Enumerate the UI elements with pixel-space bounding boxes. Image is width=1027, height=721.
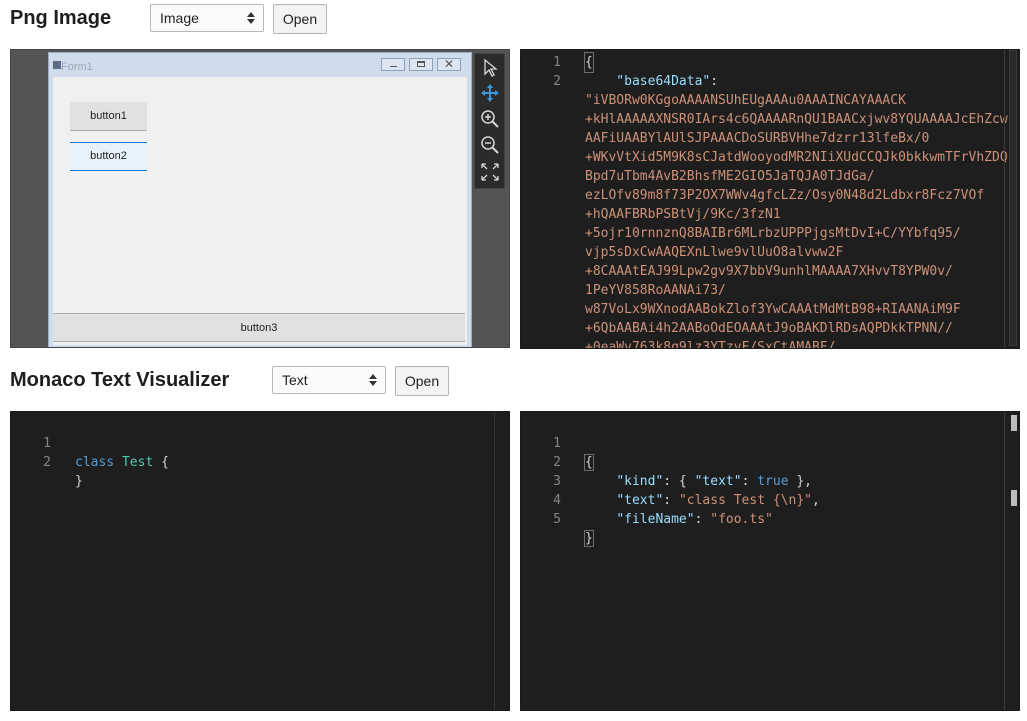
token-string: +kHlAAAAAXNSR0IArs4c6QAAAARnQU1BAACxjwv8…	[585, 112, 1008, 127]
monaco-code-editor[interactable]: 1 class Test { 2 }	[10, 411, 510, 711]
code-line: 5 }	[521, 491, 1019, 547]
token-brace: {	[161, 455, 169, 470]
fit-to-screen-icon[interactable]	[479, 162, 501, 184]
token-string: 1PeYV858RoAANAi73/	[585, 283, 726, 298]
token-string: +5ojr10rnnznQ8BAIBr6MLrbzUPPPjgsMtDvI+C/…	[585, 226, 961, 241]
code-line: 1{	[521, 52, 1019, 73]
select-arrows-icon	[369, 373, 377, 387]
scroll-marker	[1011, 415, 1017, 431]
line-number: 2	[43, 455, 51, 470]
image-button1: button1	[70, 102, 147, 131]
code-line: 4 "fileName": "foo.ts"	[521, 472, 1019, 527]
code-line: 1PeYV858RoAANAi73/	[521, 281, 1019, 300]
code-line: +hQAAFBRbPSBtVj/9Kc/3fzN1	[521, 205, 1019, 224]
monaco-json-scrollbar[interactable]	[1004, 412, 1019, 710]
scroll-marker	[1011, 490, 1017, 506]
png-open-button[interactable]: Open	[273, 4, 327, 34]
png-image-viewer[interactable]: Form1 ✕ button1 button2 button3	[10, 49, 510, 348]
code-line: +5ojr10rnnznQ8BAIBr6MLrbzUPPPjgsMtDvI+C/…	[521, 224, 1019, 243]
png-json-scroll-thumb[interactable]	[1009, 50, 1017, 346]
zoom-in-icon[interactable]	[479, 109, 501, 131]
token-string: "foo.ts"	[710, 512, 773, 527]
token-brace: }	[584, 530, 594, 547]
token-string: +6QbAABAi4h2AABoOdEOAAAtJ9oBAKDlRDsAQPDk…	[585, 321, 953, 336]
form1-title: Form1	[61, 61, 93, 73]
code-line: 2 "kind": { "text": true },	[521, 434, 1019, 489]
code-line: +8CAAAtEAJ99Lpw2gv9X7bbV9unhlMAAAA7XHvvT…	[521, 262, 1019, 281]
close-icon: ✕	[437, 57, 461, 71]
code-line: 3 "text": "class Test {\n}",	[521, 453, 1019, 508]
select-pointer-icon[interactable]	[479, 58, 501, 80]
image-button2: button2	[70, 142, 147, 171]
png-select-value: Image	[160, 10, 199, 26]
token-string: +WKvVtXid5M9K8sCJatdWooyodMR2NIiXUdCCQJk…	[585, 150, 1008, 165]
code-line: w87VoLx9WXnodAABokZlof3YwCAAAtMdMtB98+RI…	[521, 300, 1019, 319]
monaco-code: 1 class Test { 2 }	[11, 412, 509, 710]
token-brace: {	[584, 52, 594, 73]
monaco-scrollbar[interactable]	[494, 412, 509, 710]
token-string: w87VoLx9WXnodAABokZlof3YwCAAAtMdMtB98+RI…	[585, 302, 961, 317]
code-line: +0eaWv763k8q9lz3YTzvF/SxCtAMABF/	[521, 338, 1019, 349]
form-window-icon	[53, 61, 61, 69]
token-key: "base64Data":	[585, 74, 719, 89]
line-number: 1	[553, 55, 561, 70]
png-json-editor[interactable]: 1{2 "base64Data": "iVBORw0KGgoAAAANSUhEUg…	[520, 49, 1020, 349]
monaco-title: Monaco Text Visualizer	[10, 369, 230, 391]
code-line: 1 class Test {	[11, 415, 509, 470]
monaco-json-code: 1 { 2 "kind": { "text": true }, 3 "text"…	[521, 412, 1019, 710]
code-line: +kHlAAAAAXNSR0IArs4c6QAAAARnQU1BAACxjwv8…	[521, 110, 1019, 129]
line-number: 5	[553, 512, 561, 527]
code-line: 2 "base64Data":	[521, 72, 1019, 91]
token-type: Test	[121, 455, 154, 470]
token-string: Bpd7uTbm4AvB2BhsfME2GIO5JaTQJA0TJdGa/	[585, 169, 875, 184]
maximize-icon	[409, 58, 433, 71]
line-number: 2	[553, 74, 561, 89]
code-line: AAFiUAABYlAUlSJPAAACDoSURBVHhe7dzrr13lfe…	[521, 129, 1019, 148]
monaco-select-value: Text	[282, 372, 308, 388]
monaco-visualizer-select[interactable]: Text	[272, 366, 386, 394]
form1-window-image: Form1 ✕ button1 button2 button3	[48, 52, 472, 347]
token-keyword: class	[75, 455, 115, 470]
token-string: AAFiUAABYlAUlSJPAAACDoSURBVHhe7dzrr13lfe…	[585, 131, 930, 146]
code-line: +6QbAABAi4h2AABoOdEOAAAtJ9oBAKDlRDsAQPDk…	[521, 319, 1019, 338]
code-line: "iVBORw0KGgoAAAANSUhEUgAAAu0AAAINCAYAAAC…	[521, 91, 1019, 110]
monaco-json-editor[interactable]: 1 { 2 "kind": { "text": true }, 3 "text"…	[520, 411, 1020, 711]
token-string: "iVBORw0KGgoAAAANSUhEUgAAAu0AAAINCAYAAAC…	[585, 93, 906, 108]
png-image-title: Png Image	[10, 7, 112, 29]
code-line: Bpd7uTbm4AvB2BhsfME2GIO5JaTQJA0TJdGa/	[521, 167, 1019, 186]
code-line: ezLOfv89m8f73P2OX7WWv4gfcLZz/Osy0N48d2Ld…	[521, 186, 1019, 205]
png-json-code: 1{2 "base64Data": "iVBORw0KGgoAAAANSUhEUg…	[521, 50, 1019, 348]
token-string: vjp5sDxCwAAQEXnLlwe9vlUuO8alvww2F	[585, 245, 844, 260]
token-brace: }	[75, 474, 83, 489]
token-string: +0eaWv763k8q9lz3YTzvF/SxCtAMABF/	[585, 340, 836, 349]
zoom-out-icon[interactable]	[479, 135, 501, 157]
pan-icon[interactable]	[479, 83, 501, 105]
image-toolbar	[474, 53, 505, 189]
token-punct: :	[694, 512, 711, 527]
png-visualizer-select[interactable]: Image	[150, 4, 264, 32]
token-string: +hQAAFBRbPSBtVj/9Kc/3fzN1	[585, 207, 781, 222]
image-button3: button3	[53, 313, 465, 342]
token-string: +8CAAAtEAJ99Lpw2gv9X7bbV9unhlMAAAA7XHvvT…	[585, 264, 953, 279]
token-key: "fileName"	[616, 512, 695, 527]
minimize-icon	[381, 58, 405, 71]
png-json-scrollbar[interactable]	[1004, 50, 1019, 348]
code-line: vjp5sDxCwAAQEXnLlwe9vlUuO8alvww2F	[521, 243, 1019, 262]
code-line: 1 {	[521, 415, 1019, 471]
monaco-open-button[interactable]: Open	[395, 366, 449, 396]
code-line: 2 }	[11, 434, 509, 489]
token-string: ezLOfv89m8f73P2OX7WWv4gfcLZz/Osy0N48d2Ld…	[585, 188, 985, 203]
form1-client-area: button1 button2 button3	[53, 77, 467, 345]
code-line: +WKvVtXid5M9K8sCJatdWooyodMR2NIiXUdCCQJk…	[521, 148, 1019, 167]
select-arrows-icon	[247, 11, 255, 25]
